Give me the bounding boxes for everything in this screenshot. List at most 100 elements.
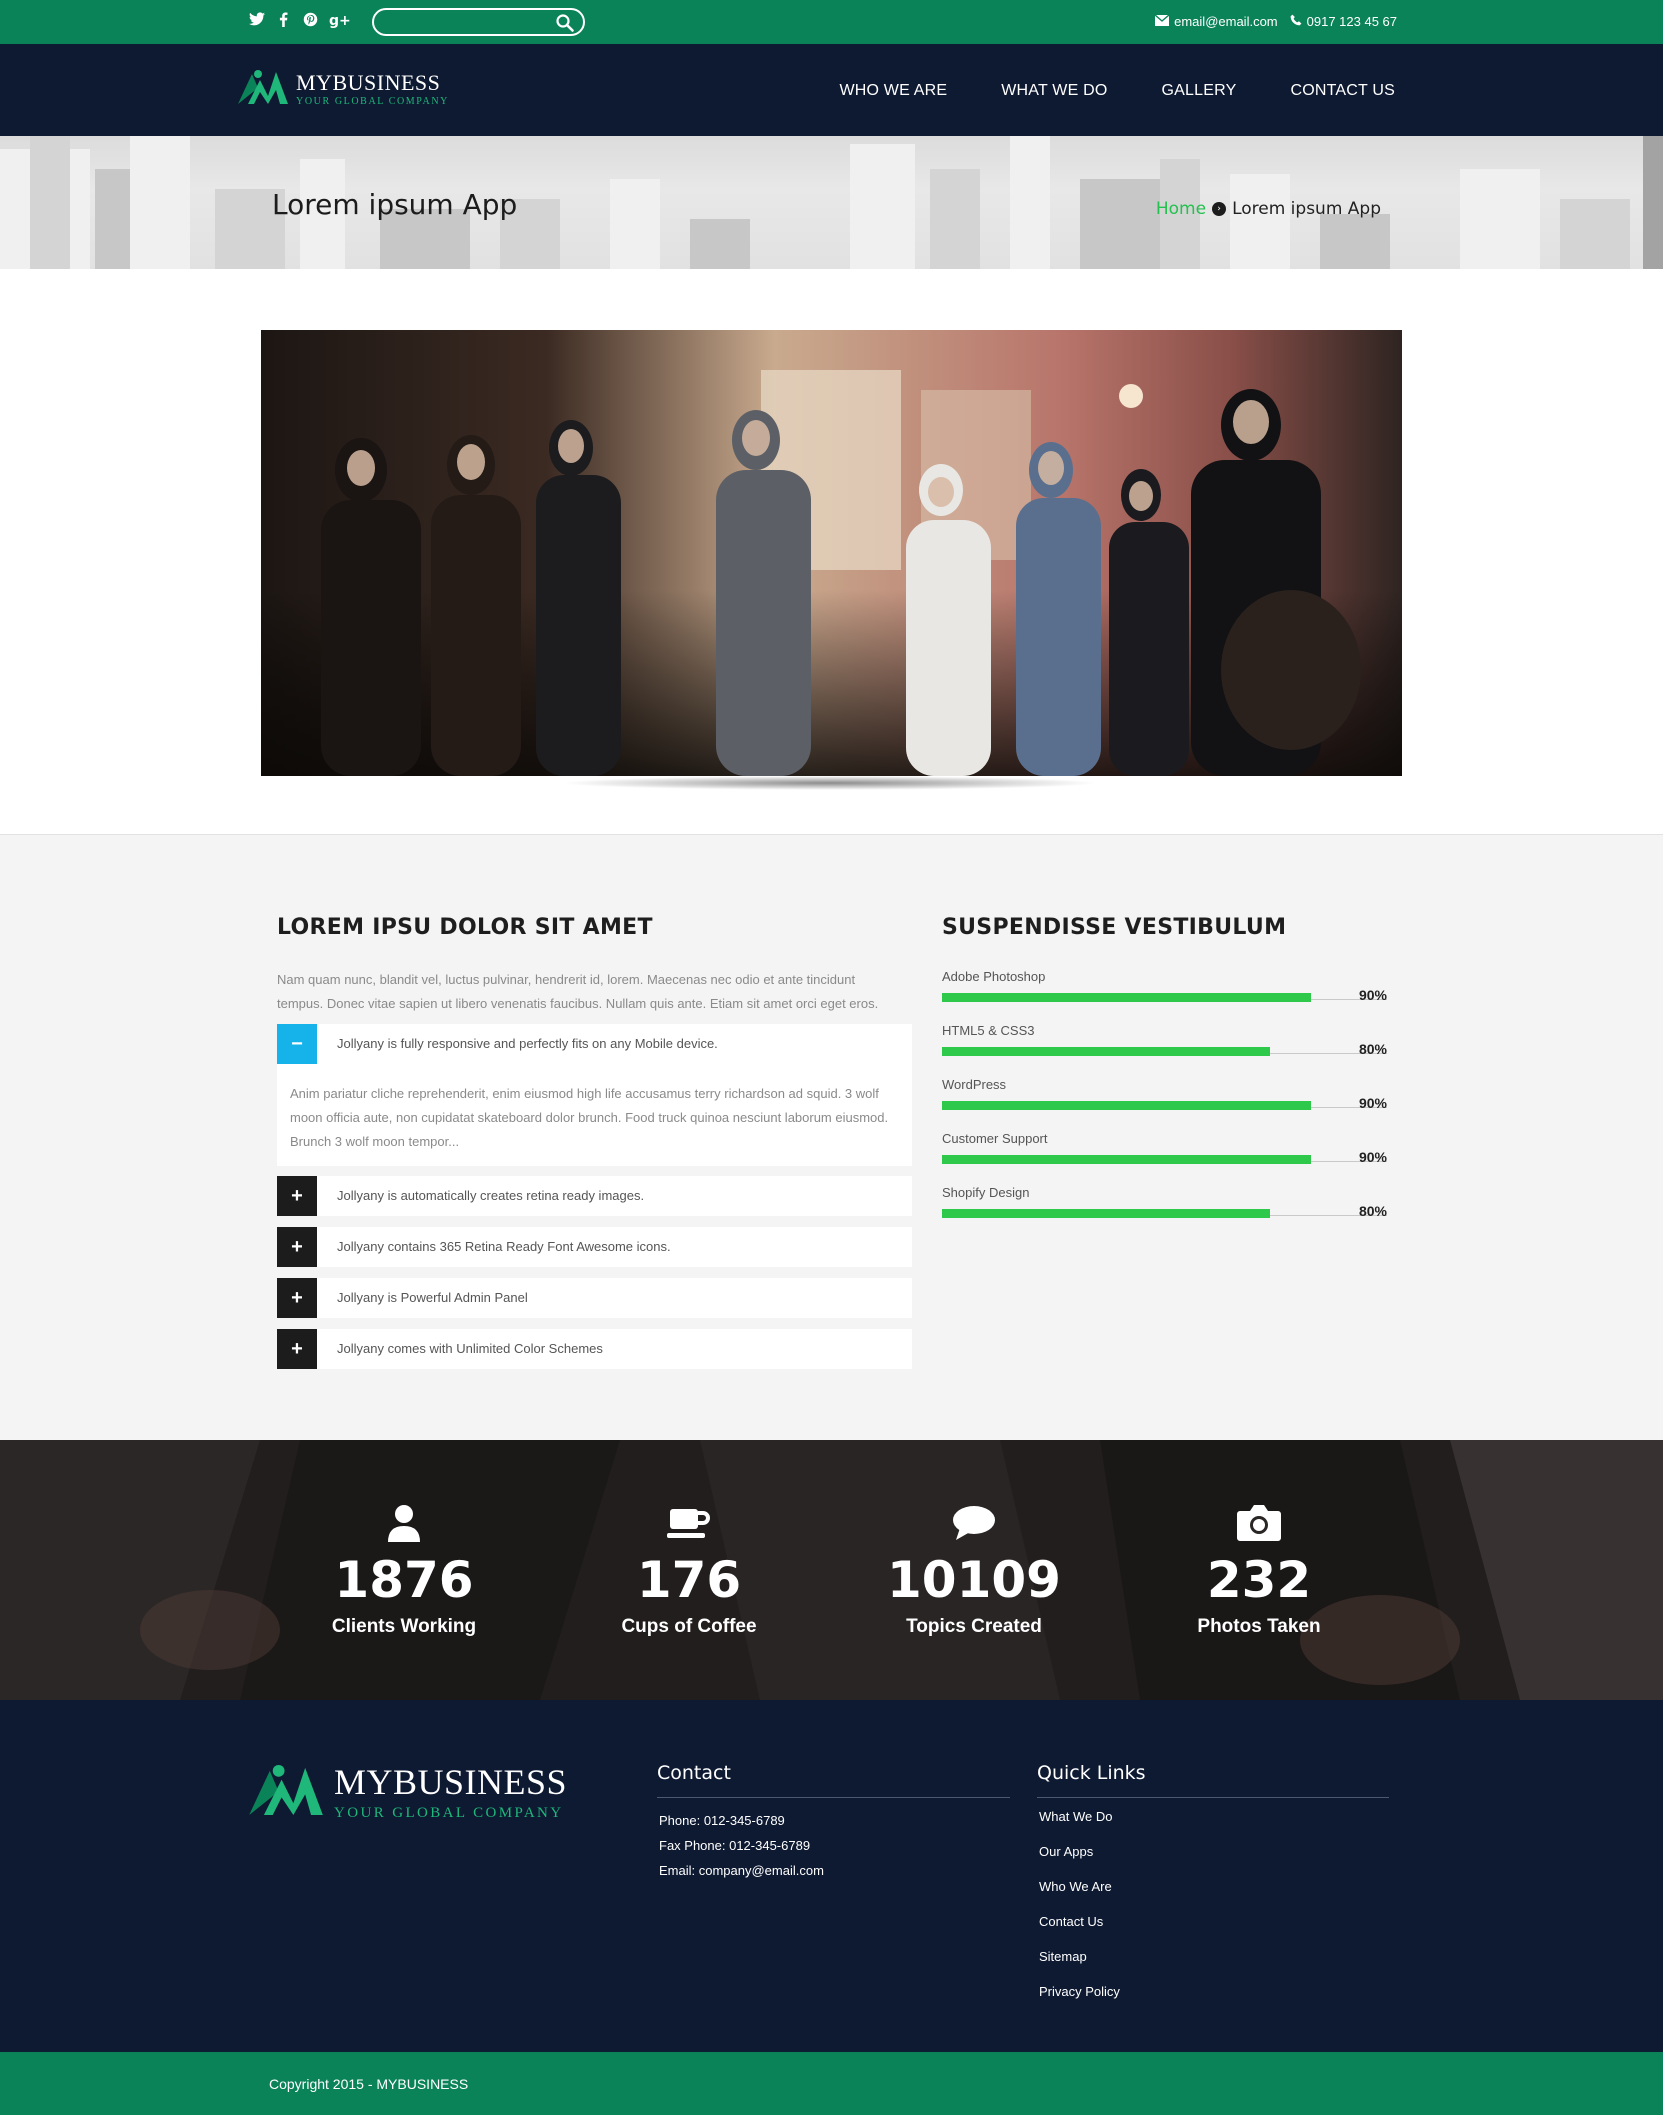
features-section: LOREM IPSU DOLOR SIT AMET Nam quam nunc,… (0, 834, 1663, 1440)
search-box (372, 8, 585, 36)
footer-links-title: Quick Links (1037, 1762, 1146, 1784)
footer-link-our-apps[interactable]: Our Apps (1039, 1844, 1093, 1859)
envelope-icon (1154, 14, 1170, 29)
search-icon[interactable] (555, 13, 575, 33)
intro-text: Nam quam nunc, blandit vel, luctus pulvi… (277, 972, 879, 1011)
chat-bubble-icon (844, 1500, 1104, 1546)
footer-link-contact-us[interactable]: Contact Us (1039, 1914, 1103, 1929)
search-input[interactable] (384, 12, 544, 32)
stat-clients: 1876 Clients Working (274, 1500, 534, 1638)
stat-photos: 232 Photos Taken (1129, 1500, 1389, 1638)
accordion-title[interactable]: Jollyany comes with Unlimited Color Sche… (337, 1341, 603, 1356)
photo-shadow (560, 776, 1100, 790)
footer-link-what-we-do[interactable]: What We Do (1039, 1809, 1112, 1824)
footer-contact: Phone: 012-345-6789 Fax Phone: 012-345-6… (659, 1808, 824, 1883)
footer-link-sitemap[interactable]: Sitemap (1039, 1949, 1087, 1964)
stat-label: Clients Working (331, 1616, 477, 1637)
top-phone[interactable]: 0917 123 45 67 (1290, 14, 1397, 29)
skill-label: WordPress (942, 1077, 1007, 1092)
accordion-title[interactable]: Jollyany is Powerful Admin Panel (337, 1290, 528, 1305)
google-plus-icon[interactable]: g+ (329, 12, 351, 30)
nav-contact-us[interactable]: CONTACT US (1290, 82, 1395, 100)
stat-value: 232 (1206, 1551, 1312, 1609)
footer-fax: Fax Phone: 012-345-6789 (659, 1838, 811, 1853)
business-people-image (0, 1440, 1663, 1700)
footer-brand-name: MYBUSINESS (334, 1762, 568, 1802)
logo-mountain-icon (248, 1762, 324, 1823)
footer-quick-links: What We Do Our Apps Who We Are Contact U… (1039, 1808, 1120, 2018)
accordion-item: − Jollyany is fully responsive and perfe… (277, 1024, 912, 1166)
stat-label: Photos Taken (1197, 1616, 1321, 1637)
accordion-toggle-button[interactable]: − (277, 1024, 317, 1064)
footer-contact-title: Contact (657, 1762, 731, 1784)
accordion-item: + Jollyany is automatically creates reti… (277, 1176, 912, 1216)
brand-logo[interactable]: MYBUSINESS YOUR GLOBAL COMPANY (238, 68, 449, 111)
right-heading: SUSPENDISSE VESTIBULUM (942, 915, 1287, 940)
accordion-toggle-button[interactable]: + (277, 1176, 317, 1216)
top-contact: email@email.com 0917 123 45 67 (1154, 14, 1397, 29)
accordion-title[interactable]: Jollyany is fully responsive and perfect… (337, 1036, 718, 1051)
skill-percent: 90% (1358, 987, 1387, 1003)
accordion-item: + Jollyany contains 365 Retina Ready Fon… (277, 1227, 912, 1267)
footer-phone: Phone: 012-345-6789 (659, 1813, 785, 1828)
logo-mountain-icon (238, 68, 288, 111)
top-phone-text: 0917 123 45 67 (1306, 14, 1397, 29)
main-navbar: MYBUSINESS YOUR GLOBAL COMPANY WHO WE AR… (0, 44, 1663, 136)
coffee-cup-icon (559, 1500, 819, 1546)
brand-tagline: YOUR GLOBAL COMPANY (296, 95, 450, 107)
accordion-title[interactable]: Jollyany is automatically creates retina… (337, 1188, 644, 1203)
footer-divider (657, 1797, 1010, 1798)
footer-brand-tagline: YOUR GLOBAL COMPANY (334, 1805, 564, 1821)
skill-bar: Adobe Photoshop 90% (942, 969, 1387, 1003)
stats-section: 1876 Clients Working 176 Cups of Coffee … (0, 1440, 1663, 1700)
page-banner: Lorem ipsum App Home › Lorem ipsum App (0, 136, 1663, 269)
accordion-title[interactable]: Jollyany contains 365 Retina Ready Font … (337, 1239, 671, 1254)
brand-name: MYBUSINESS (296, 69, 441, 95)
user-icon (274, 1500, 534, 1546)
skill-percent: 80% (1358, 1203, 1387, 1219)
stat-value: 176 (636, 1551, 742, 1609)
footer-brand-logo[interactable]: MYBUSINESS YOUR GLOBAL COMPANY (248, 1762, 567, 1823)
skill-fill (942, 1209, 1270, 1218)
facebook-icon[interactable] (275, 12, 292, 30)
nav-what-we-do[interactable]: WHAT WE DO (1001, 82, 1107, 100)
pinterest-icon[interactable] (302, 12, 319, 30)
main-nav: WHO WE ARE WHAT WE DO GALLERY CONTACT US (839, 82, 1395, 100)
skill-fill (942, 993, 1311, 1002)
breadcrumb-current: Lorem ipsum App (1232, 199, 1381, 219)
top-bar: g+ email@email.com 0917 123 45 67 (0, 0, 1663, 44)
accordion-body: Anim pariatur cliche reprehenderit, enim… (290, 1086, 889, 1149)
copyright-text: Copyright 2015 - MYBUSINESS (269, 2076, 469, 2092)
left-heading: LOREM IPSU DOLOR SIT AMET (277, 915, 653, 940)
footer: MYBUSINESS YOUR GLOBAL COMPANY Contact P… (0, 1700, 1663, 2052)
skill-fill (942, 1047, 1270, 1056)
skill-percent: 80% (1358, 1041, 1387, 1057)
accordion-toggle-button[interactable]: + (277, 1227, 317, 1267)
accordion-item: + Jollyany comes with Unlimited Color Sc… (277, 1329, 912, 1369)
footer-link-who-we-are[interactable]: Who We Are (1039, 1879, 1112, 1894)
stat-coffee: 176 Cups of Coffee (559, 1500, 819, 1638)
nav-gallery[interactable]: GALLERY (1162, 82, 1237, 100)
twitter-icon[interactable] (248, 12, 265, 30)
skill-bar: HTML5 & CSS3 80% (942, 1023, 1387, 1057)
camera-icon (1129, 1500, 1389, 1546)
stat-topics: 10109 Topics Created (844, 1500, 1104, 1638)
stat-value: 10109 (887, 1551, 1061, 1609)
breadcrumb-home[interactable]: Home (1156, 199, 1206, 219)
top-email[interactable]: email@email.com (1154, 14, 1278, 29)
nav-who-we-are[interactable]: WHO WE ARE (839, 82, 947, 100)
footer-link-privacy-policy[interactable]: Privacy Policy (1039, 1984, 1120, 1999)
chevron-right-circle-icon: › (1212, 202, 1227, 216)
accordion-toggle-button[interactable]: + (277, 1278, 317, 1318)
skill-bar: Shopify Design 80% (942, 1185, 1387, 1219)
accordion-toggle-button[interactable]: + (277, 1329, 317, 1369)
footer-email[interactable]: Email: company@email.com (659, 1858, 824, 1883)
skill-label: HTML5 & CSS3 (942, 1023, 1035, 1038)
stat-label: Cups of Coffee (621, 1616, 757, 1637)
skill-bar: Customer Support 90% (942, 1131, 1387, 1165)
phone-icon (1290, 14, 1302, 29)
breadcrumb: Home › Lorem ipsum App (1156, 199, 1381, 219)
footer-divider (1037, 1797, 1389, 1798)
accordion-item: + Jollyany is Powerful Admin Panel (277, 1278, 912, 1318)
top-email-text: email@email.com (1174, 14, 1278, 29)
